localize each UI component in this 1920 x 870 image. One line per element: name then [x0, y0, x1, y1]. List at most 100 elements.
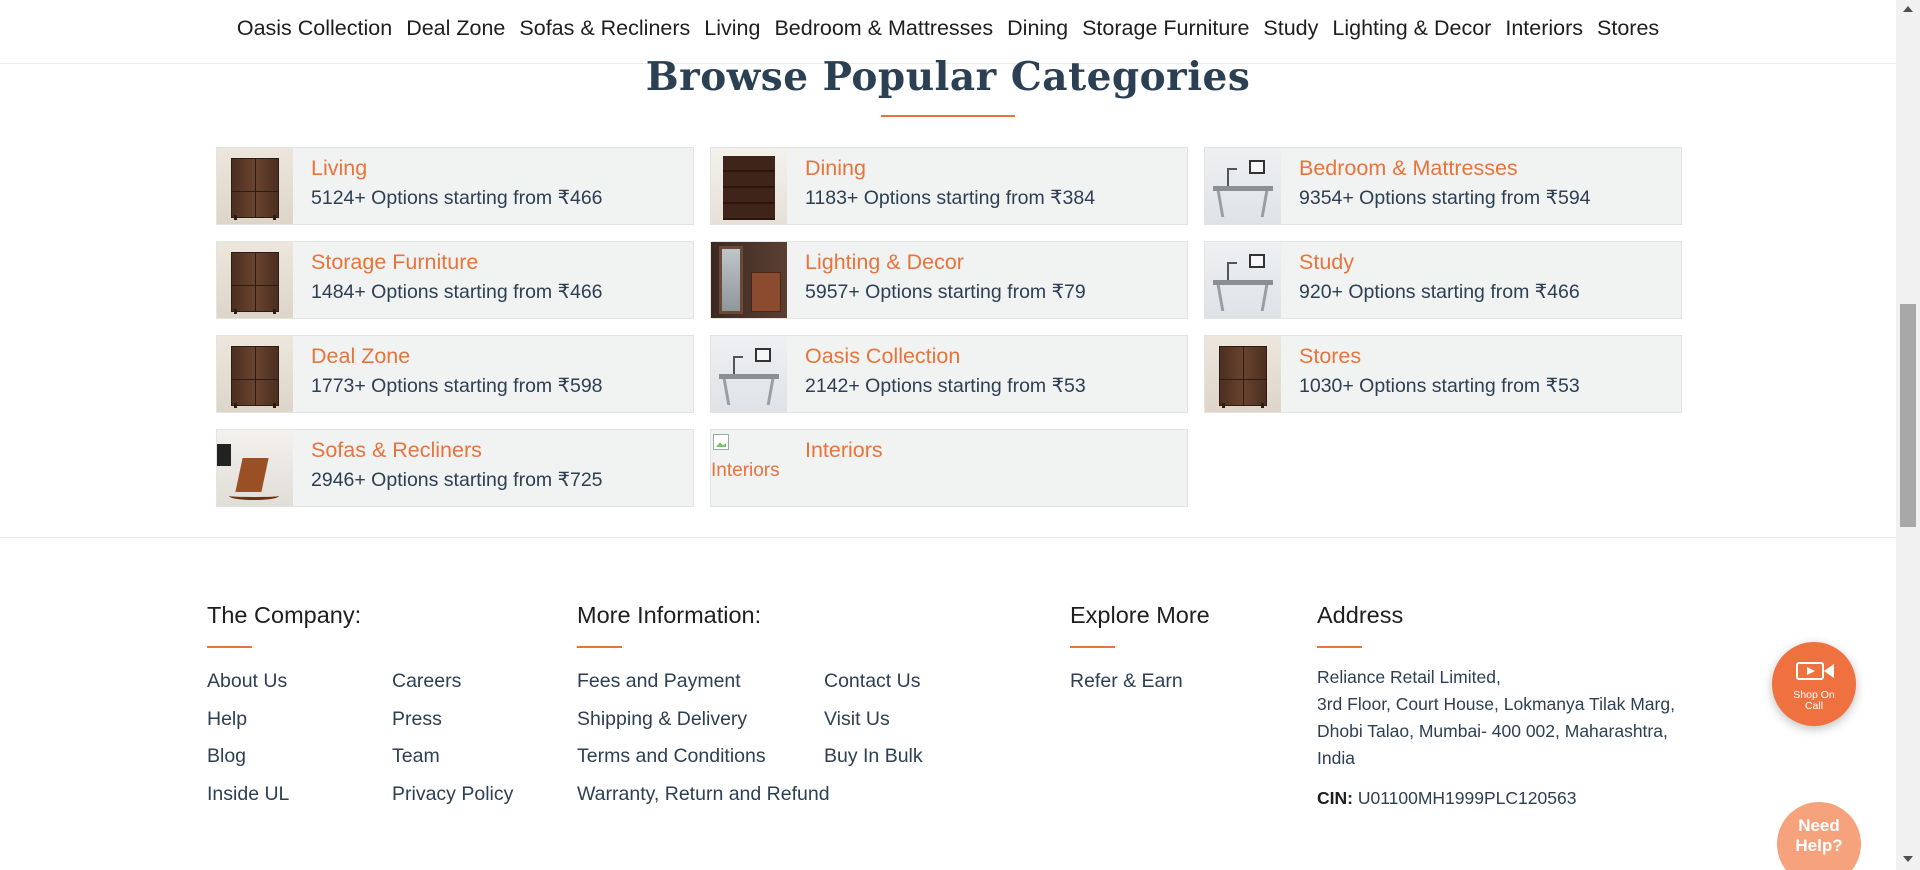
category-card[interactable]: Stores 1030+ Options starting from ₹53 — [1204, 335, 1682, 413]
footer-link-warranty-return-and-refund[interactable]: Warranty, Return and Refund — [577, 783, 830, 806]
category-card[interactable]: Living 5124+ Options starting from ₹466 — [216, 147, 694, 225]
category-name-link[interactable]: Bedroom & Mattresses — [1299, 155, 1591, 181]
category-options-text: 1183+ Options starting from ₹384 — [805, 187, 1096, 209]
nav-item-storage-furniture[interactable]: Storage Furniture — [1082, 16, 1249, 41]
category-thumbnail[interactable] — [217, 148, 293, 224]
footer-link-press[interactable]: Press — [392, 708, 442, 731]
nav-item-deal-zone[interactable]: Deal Zone — [406, 16, 505, 41]
shop-on-call-label: Shop On Call — [1772, 690, 1856, 712]
broken-image-icon — [713, 434, 729, 450]
category-name-link[interactable]: Study — [1299, 249, 1580, 275]
footer-link-fees-and-payment[interactable]: Fees and Payment — [577, 670, 741, 693]
desk-part — [1260, 285, 1269, 311]
nav-item-sofas-recliners[interactable]: Sofas & Recliners — [519, 16, 690, 41]
nav-item-lighting-decor[interactable]: Lighting & Decor — [1332, 16, 1491, 41]
category-thumbnail[interactable]: Interiors — [711, 430, 787, 506]
footer-link-blog[interactable]: Blog — [207, 745, 246, 768]
category-name-link[interactable]: Stores — [1299, 343, 1580, 369]
category-name-link[interactable]: Sofas & Recliners — [311, 437, 603, 463]
category-options-text: 2142+ Options starting from ₹53 — [805, 375, 1086, 397]
footer-link-careers[interactable]: Careers — [392, 670, 461, 693]
category-name-link[interactable]: Living — [311, 155, 603, 181]
footer-explore-title: Explore More — [1070, 602, 1210, 628]
footer-link-shipping-delivery[interactable]: Shipping & Delivery — [577, 708, 747, 731]
footer-address-title: Address — [1317, 602, 1404, 628]
cabinet-shape — [231, 158, 279, 218]
category-options-text: 5124+ Options starting from ₹466 — [311, 187, 603, 209]
category-card[interactable]: Study 920+ Options starting from ₹466 — [1204, 241, 1682, 319]
category-thumbnail[interactable] — [1205, 242, 1281, 318]
nav-item-dining[interactable]: Dining — [1007, 16, 1068, 41]
footer-link-inside-ul[interactable]: Inside UL — [207, 783, 289, 806]
category-name-link[interactable]: Oasis Collection — [805, 343, 1086, 369]
category-card[interactable]: Lighting & Decor 5957+ Options starting f… — [710, 241, 1188, 319]
category-card[interactable]: Interiors Interiors — [710, 429, 1188, 507]
desk-part — [719, 374, 779, 379]
category-thumbnail[interactable] — [1205, 148, 1281, 224]
category-options-text: 1484+ Options starting from ₹466 — [311, 281, 603, 303]
shop-on-call-button[interactable]: Shop On Call — [1772, 642, 1856, 726]
footer-link-buy-in-bulk[interactable]: Buy In Bulk — [824, 745, 923, 768]
category-info: Bedroom & Mattresses 9354+ Options starti… — [1281, 148, 1591, 224]
category-thumbnail[interactable] — [711, 148, 787, 224]
category-options-text: 1773+ Options starting from ₹598 — [311, 375, 603, 397]
category-thumbnail[interactable] — [217, 242, 293, 318]
desk-part — [1216, 191, 1225, 217]
footer-info-title: More Information: — [577, 602, 762, 628]
desk-part — [1227, 262, 1237, 280]
category-card[interactable]: Dining 1183+ Options starting from ₹384 — [710, 147, 1188, 225]
footer-cin: CIN: U01100MH1999PLC120563 — [1317, 788, 1576, 809]
footer-link-contact-us[interactable]: Contact Us — [824, 670, 920, 693]
category-name-link[interactable]: Deal Zone — [311, 343, 603, 369]
address-line: Reliance Retail Limited, — [1317, 667, 1501, 687]
cin-value: U01100MH1999PLC120563 — [1357, 788, 1577, 808]
category-name-link[interactable]: Interiors — [805, 437, 883, 463]
category-card[interactable]: Sofas & Recliners 2946+ Options starting … — [216, 429, 694, 507]
cin-label: CIN: — [1317, 788, 1353, 808]
footer-link-refer-earn[interactable]: Refer & Earn — [1070, 670, 1183, 693]
need-help-line1: Need — [1798, 816, 1840, 835]
nav-item-living[interactable]: Living — [704, 16, 760, 41]
footer-company-rule — [207, 646, 252, 648]
nav-item-stores[interactable]: Stores — [1597, 16, 1659, 41]
mirror-shape — [719, 246, 743, 314]
category-thumbnail[interactable] — [711, 242, 787, 318]
category-info: Storage Furniture 1484+ Options starting … — [293, 242, 603, 318]
address-line: India — [1317, 748, 1355, 768]
address-line: Dhobi Talao, Mumbai- 400 002, Maharashtr… — [1317, 721, 1668, 741]
category-name-link[interactable]: Lighting & Decor — [805, 249, 1086, 275]
footer-link-visit-us[interactable]: Visit Us — [824, 708, 890, 731]
category-card[interactable]: Bedroom & Mattresses 9354+ Options starti… — [1204, 147, 1682, 225]
category-info: Deal Zone 1773+ Options starting from ₹59… — [293, 336, 603, 412]
nav-list: Oasis Collection Deal Zone Sofas & Recline… — [0, 0, 1896, 41]
desk-part — [1213, 186, 1273, 191]
footer-address-rule — [1317, 646, 1362, 648]
scroll-up-arrow-icon[interactable] — [1903, 6, 1913, 12]
footer-link-team[interactable]: Team — [392, 745, 440, 768]
footer-link-about-us[interactable]: About Us — [207, 670, 287, 693]
footer-link-privacy-policy[interactable]: Privacy Policy — [392, 783, 513, 806]
nav-item-interiors[interactable]: Interiors — [1505, 16, 1583, 41]
scroll-thumb[interactable] — [1900, 304, 1916, 527]
category-name-link[interactable]: Storage Furniture — [311, 249, 603, 275]
footer-info-rule — [577, 646, 622, 648]
footer-link-terms-and-conditions[interactable]: Terms and Conditions — [577, 745, 766, 768]
nav-item-bedroom-mattresses[interactable]: Bedroom & Mattresses — [774, 16, 993, 41]
nav-item-oasis-collection[interactable]: Oasis Collection — [237, 16, 392, 41]
category-info: Lighting & Decor 5957+ Options starting f… — [787, 242, 1086, 318]
cabinet-leg — [234, 309, 237, 314]
category-card[interactable]: Deal Zone 1773+ Options starting from ₹59… — [216, 335, 694, 413]
tv-shape — [217, 444, 231, 466]
category-thumbnail[interactable] — [1205, 336, 1281, 412]
scroll-down-arrow-icon[interactable] — [1903, 856, 1913, 862]
nav-item-study[interactable]: Study — [1263, 16, 1318, 41]
category-thumbnail[interactable] — [711, 336, 787, 412]
category-card[interactable]: Storage Furniture 1484+ Options starting … — [216, 241, 694, 319]
category-name-link[interactable]: Dining — [805, 155, 1095, 181]
footer-link-help[interactable]: Help — [207, 708, 247, 731]
category-card[interactable]: Oasis Collection 2142+ Options starting f… — [710, 335, 1188, 413]
category-thumbnail[interactable] — [217, 430, 293, 506]
page-scrollbar[interactable] — [1896, 0, 1920, 870]
category-thumbnail[interactable] — [217, 336, 293, 412]
category-info: Interiors — [787, 430, 883, 506]
